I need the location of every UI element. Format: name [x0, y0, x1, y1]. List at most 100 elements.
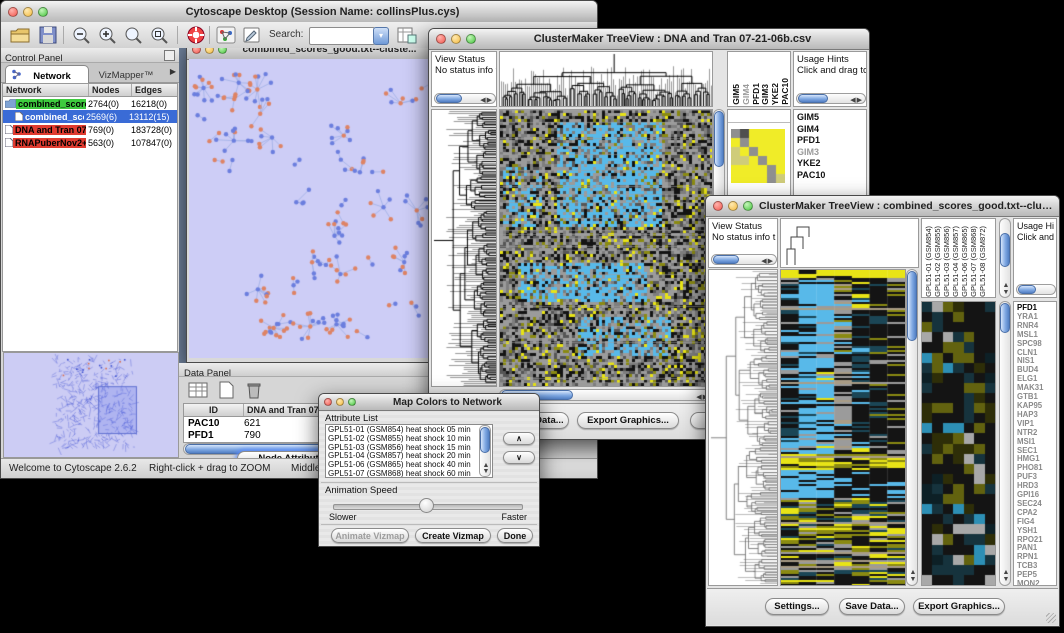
- network-overview-panel[interactable]: [3, 352, 179, 458]
- save-icon[interactable]: [37, 25, 59, 45]
- gene-label[interactable]: YKE2: [797, 158, 866, 170]
- scrollbar-thumb[interactable]: [714, 111, 724, 167]
- scrollbar-thumb[interactable]: [798, 94, 828, 103]
- global-vscrollbar[interactable]: ▲▼: [906, 269, 918, 586]
- close-button[interactable]: [713, 201, 723, 211]
- zoom-fit-icon[interactable]: [149, 25, 171, 45]
- minimize-button[interactable]: [728, 201, 738, 211]
- network-overview-canvas[interactable]: [4, 353, 176, 455]
- gene-label[interactable]: GIM4: [797, 124, 866, 136]
- view-status-scrollbar[interactable]: ◀▶: [711, 254, 777, 265]
- zoom-button[interactable]: [348, 398, 356, 406]
- new-attribute-icon[interactable]: [215, 380, 237, 400]
- slider-thumb[interactable]: [419, 498, 434, 513]
- dialog-title-bar[interactable]: Map Colors to Network: [319, 394, 539, 411]
- attribute-list-item[interactable]: GPL51-07 (GSM868) heat shock 60 min: [328, 470, 492, 478]
- minimize-button[interactable]: [451, 34, 461, 44]
- global-heatmap-canvas[interactable]: [781, 270, 905, 585]
- open-file-icon[interactable]: [9, 25, 31, 45]
- network-row-combined-scores[interactable]: combined_scores 2764(0) 16218(0): [3, 97, 177, 110]
- scrollbar-arrows[interactable]: ◀▶: [480, 96, 493, 104]
- network-row-rnapuber[interactable]: RNAPuberNov2+ 563(0) 107847(0): [3, 136, 177, 149]
- network-row-dna-tran[interactable]: DNA and Tran 07 769(0) 183728(0): [3, 123, 177, 136]
- attribute-list-item[interactable]: GPL51-02 (GSM855) heat shock 10 min: [328, 435, 492, 444]
- minimize-button[interactable]: [23, 7, 33, 17]
- network-graph-icon[interactable]: [215, 25, 237, 45]
- gene-label[interactable]: MON2: [1017, 580, 1056, 586]
- minimize-button[interactable]: [336, 398, 344, 406]
- zoom-button[interactable]: [743, 201, 753, 211]
- zoom-out-icon[interactable]: [71, 25, 93, 45]
- column-labels-scrollbar[interactable]: ▲▼: [999, 218, 1011, 298]
- move-up-button[interactable]: ∧: [503, 432, 535, 445]
- scrollbar-thumb[interactable]: [480, 427, 490, 453]
- row-dendrogram-canvas[interactable]: [432, 110, 496, 386]
- zoom-button[interactable]: [466, 34, 476, 44]
- scrollbar-arrows[interactable]: ▲▼: [1003, 569, 1010, 583]
- gene-label[interactable]: GIM3: [797, 147, 866, 159]
- zoom-vscrollbar[interactable]: ▲▼: [999, 301, 1011, 586]
- column-dendrogram-sliver[interactable]: [783, 219, 813, 267]
- col-header-network[interactable]: Network: [3, 84, 89, 96]
- attribute-list[interactable]: GPL51-01 (GSM854) heat shock 05 minGPL51…: [325, 424, 493, 478]
- scrollbar-thumb[interactable]: [1000, 233, 1010, 267]
- save-data-button[interactable]: Save Data...: [839, 598, 905, 615]
- id-column-header[interactable]: ID: [184, 404, 244, 416]
- attribute-list-item[interactable]: GPL51-01 (GSM854) heat shock 05 min: [328, 426, 492, 435]
- attribute-list-item[interactable]: GPL51-04 (GSM857) heat shock 20 min: [328, 452, 492, 461]
- tab-overflow-arrow[interactable]: ▶: [170, 67, 176, 76]
- scrollbar-thumb[interactable]: [436, 94, 462, 103]
- done-button[interactable]: Done: [497, 528, 533, 543]
- treeview2-title-bar[interactable]: ClusterMaker TreeView : combined_scores_…: [706, 196, 1059, 217]
- create-vizmap-button[interactable]: Create Vizmap: [415, 528, 491, 543]
- scrollbar-thumb[interactable]: [1000, 303, 1010, 333]
- resize-grip[interactable]: [1046, 613, 1056, 623]
- scrollbar-arrows[interactable]: ▲▼: [483, 463, 490, 475]
- scrollbar-arrows[interactable]: ◀▶: [761, 257, 774, 265]
- zoom-heatmap-canvas[interactable]: [922, 302, 995, 585]
- settings-button[interactable]: Settings...: [765, 598, 829, 615]
- col-header-nodes[interactable]: Nodes: [89, 84, 132, 96]
- move-down-button[interactable]: ∨: [503, 451, 535, 464]
- scrollbar-thumb[interactable]: [907, 271, 917, 341]
- search-dropdown-arrow[interactable]: ▾: [373, 27, 389, 45]
- export-graphics-button[interactable]: Export Graphics...: [577, 412, 679, 429]
- gene-label[interactable]: GIM5: [797, 112, 866, 124]
- close-button[interactable]: [192, 48, 201, 54]
- attribute-table-icon[interactable]: [187, 380, 209, 400]
- gene-label[interactable]: PFD1: [797, 135, 866, 147]
- export-graphics-button[interactable]: Export Graphics...: [913, 598, 1005, 615]
- float-panel-icon[interactable]: [164, 50, 175, 61]
- main-title-bar[interactable]: Cytoscape Desktop (Session Name: collins…: [1, 1, 597, 23]
- close-button[interactable]: [324, 398, 332, 406]
- network-row-selected[interactable]: combined_sco 2569(6) 13112(15): [3, 110, 177, 123]
- treeview1-title-bar[interactable]: ClusterMaker TreeView : DNA and Tran 07-…: [429, 29, 869, 50]
- heatmap-canvas[interactable]: [500, 110, 712, 386]
- similarity-matrix-canvas[interactable]: [731, 129, 785, 183]
- scrollbar-thumb[interactable]: [713, 255, 739, 264]
- tab-vizmapper[interactable]: VizMapper™: [89, 65, 163, 82]
- scrollbar-arrows[interactable]: ▲▼: [1003, 282, 1010, 296]
- col-header-edges[interactable]: Edges: [132, 84, 177, 96]
- zoom-button[interactable]: [38, 7, 48, 17]
- usage-hints-scrollbar[interactable]: [1016, 284, 1056, 295]
- view-status-scrollbar[interactable]: ◀▶: [434, 93, 496, 104]
- zoom-in-icon[interactable]: [97, 25, 119, 45]
- row-dendrogram-canvas[interactable]: [709, 270, 777, 585]
- scrollbar-thumb[interactable]: [1018, 285, 1036, 294]
- network-view-canvas[interactable]: [189, 59, 430, 358]
- search-input[interactable]: [309, 27, 375, 45]
- help-lifesaver-icon[interactable]: [185, 25, 207, 45]
- scrollbar-arrows[interactable]: ▲▼: [910, 569, 917, 583]
- zoom-selected-icon[interactable]: [123, 25, 145, 45]
- zoom-button[interactable]: [218, 48, 227, 54]
- annotation-icon[interactable]: [241, 25, 263, 45]
- attribute-list-scrollbar[interactable]: ▲▼: [479, 425, 491, 477]
- close-button[interactable]: [8, 7, 18, 17]
- treeview2-gene-list[interactable]: PFD1YRA1RNR4MSL1SPC98CLN1NIS1BUD4ELG1MAK…: [1013, 301, 1057, 586]
- column-dendrogram-canvas[interactable]: [500, 52, 712, 106]
- scrollbar-arrows[interactable]: ◀▶: [850, 96, 863, 104]
- attribute-list-item[interactable]: GPL51-03 (GSM856) heat shock 15 min: [328, 444, 492, 453]
- delete-attribute-icon[interactable]: [243, 380, 265, 400]
- minimize-button[interactable]: [205, 48, 214, 54]
